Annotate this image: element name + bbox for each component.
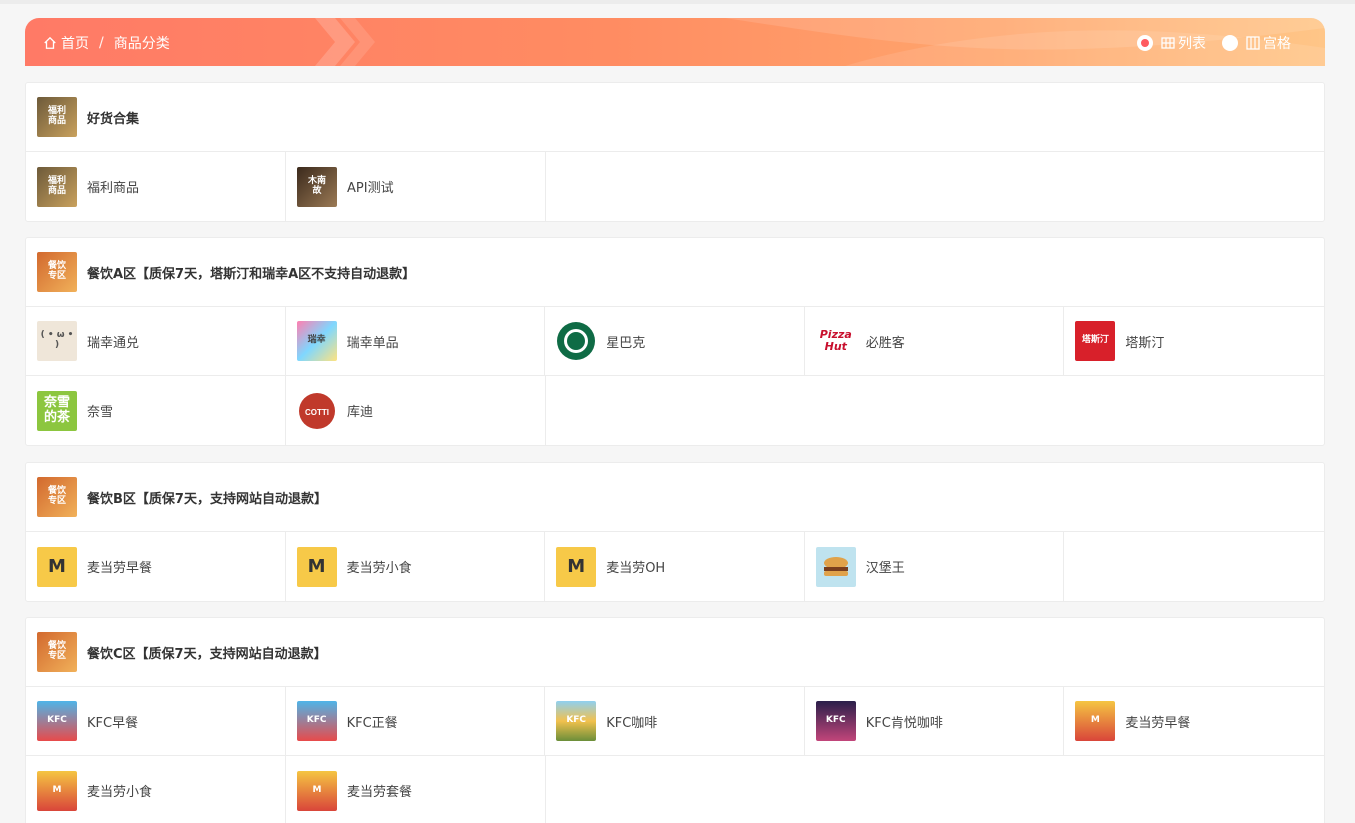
category-title: 好货合集 [87,111,140,127]
item-label: KFC肯悦咖啡 [865,715,943,731]
category-item[interactable]: M 麦当劳OH [545,532,805,601]
luckin-single-thumb: 瑞幸 [296,321,337,361]
category-card-catering-b: 餐饮 专区 餐饮B区【质保7天，支持网站自动退款】 M 麦当劳早餐 M 麦当劳小食… [25,462,1325,602]
item-label: 麦当劳小食 [346,561,412,576]
category-header[interactable]: 福利 商品 好货合集 [26,83,1324,152]
category-item[interactable]: M 麦当劳小食 [286,532,546,601]
mcd-poster-thumb: M [37,770,77,811]
category-item[interactable]: 瑞幸 瑞幸单品 [285,307,546,376]
kfc-coffee-thumb: KFC [556,701,597,741]
item-label: 瑞幸单品 [346,335,399,351]
mcdonalds-thumb: M [37,546,77,587]
svg-text:COTTI: COTTI [305,408,329,417]
pizzahut-logo: Pizza Hut [815,321,856,361]
category-item[interactable]: 木南故 API测试 [286,152,546,221]
cotti-logo: COTTI [297,390,337,431]
home-icon [44,36,56,49]
item-label: 必胜客 [865,335,905,351]
item-label: KFC早餐 [87,715,139,731]
category-item[interactable]: 福利 商品 福利商品 [26,152,286,221]
category-item[interactable]: 塔斯汀 塔斯汀 [1064,307,1324,376]
category-header[interactable]: 餐饮 专区 餐饮C区【质保7天，支持网站自动退款】 [26,618,1324,687]
empty-cell [1064,532,1324,601]
kfc-thumb: KFC [296,701,337,741]
item-label: 麦当劳早餐 [1125,715,1191,731]
item-label: 麦当劳套餐 [347,785,413,800]
category-item[interactable]: KFC KFC早餐 [26,687,286,756]
view-option-grid[interactable]: 宫格 [1222,33,1291,53]
grid-icon [1246,36,1260,50]
item-label: KFC正餐 [346,715,398,731]
category-item[interactable]: 汉堡王 [805,532,1065,601]
category-item[interactable]: 星巴克 [545,307,805,376]
category-item[interactable]: KFC KFC正餐 [285,687,546,756]
welfare-thumb: 福利 商品 [37,166,77,207]
mcdonalds-thumb: M [556,546,597,587]
item-label: 麦当劳OH [606,561,666,576]
breadcrumb: 首页 / 商品分类 [43,33,170,53]
category-item[interactable]: ( • ω • ) 瑞幸通兑 [26,307,286,376]
kfc-thumb: KFC [37,701,77,741]
category-item[interactable]: Pizza Hut 必胜客 [804,307,1065,376]
burgerking-thumb [815,546,856,587]
catering-thumb: 餐饮 专区 [37,477,77,517]
view-option-list[interactable]: 列表 [1137,33,1206,53]
category-header[interactable]: 餐饮 专区 餐饮A区【质保7天，塔斯汀和瑞幸A区不支持自动退款】 [26,238,1324,307]
catering-thumb: 餐饮 专区 [37,252,77,292]
item-label: 瑞幸通兑 [87,335,140,351]
category-item[interactable]: M 麦当劳小食 [26,756,286,823]
breadcrumb-separator: / [99,35,104,51]
starbucks-logo [556,321,597,361]
category-item[interactable]: M 麦当劳套餐 [286,756,546,823]
item-label: 汉堡王 [865,561,905,576]
list-icon [1161,37,1175,49]
breadcrumb-current: 商品分类 [113,36,170,52]
nayuki-logo: 奈雪 的茶 [37,390,77,431]
item-label: 库迪 [347,405,374,420]
view-toggle: 列表 宫格 [1121,33,1291,53]
grid-label: 宫格 [1263,36,1291,52]
category-item[interactable]: M 麦当劳早餐 [26,532,286,601]
list-label: 列表 [1178,36,1206,52]
breadcrumb-home-link[interactable]: 首页 [61,33,89,53]
top-divider [0,0,1355,4]
category-title: 餐饮B区【质保7天，支持网站自动退款】 [87,491,327,507]
item-label: KFC咖啡 [606,715,658,731]
catering-thumb: 餐饮 专区 [37,632,77,672]
category-item[interactable]: M 麦当劳早餐 [1064,687,1324,756]
header-banner: 首页 / 商品分类 列表 宫格 [25,18,1325,66]
tastien-logo: 塔斯汀 [1075,321,1116,361]
category-header[interactable]: 餐饮 专区 餐饮B区【质保7天，支持网站自动退款】 [26,463,1324,532]
list-radio[interactable] [1137,35,1153,51]
category-item[interactable]: KFC KFC咖啡 [545,687,805,756]
category-item[interactable]: 奈雪 的茶 奈雪 [26,376,286,445]
item-label: 麦当劳小食 [87,785,153,800]
item-label: 麦当劳早餐 [87,561,153,576]
category-card-catering-a: 餐饮 专区 餐饮A区【质保7天，塔斯汀和瑞幸A区不支持自动退款】 ( • ω • … [25,237,1325,446]
category-item[interactable]: COTTI 库迪 [286,376,546,445]
kfc-kenyue-thumb: KFC [815,701,856,741]
api-test-thumb: 木南故 [297,166,337,207]
category-title: 餐饮C区【质保7天，支持网站自动退款】 [87,646,327,662]
grid-radio[interactable] [1222,35,1238,51]
category-card-goods: 福利 商品 好货合集 福利 商品 福利商品 木南故 API测试 [25,82,1325,222]
item-label: 福利商品 [87,181,140,196]
category-card-catering-c: 餐饮 专区 餐饮C区【质保7天，支持网站自动退款】 KFC KFC早餐 KFC K… [25,617,1325,823]
mcdonalds-thumb: M [296,546,337,587]
welfare-thumb: 福利 商品 [37,97,77,137]
luckin-thumb: ( • ω • ) [37,321,77,361]
item-label: 塔斯汀 [1125,335,1165,351]
mcd-poster-thumb: M [297,770,337,811]
mcd-poster-thumb: M [1075,701,1116,741]
item-label: API测试 [347,181,394,196]
item-label: 奈雪 [87,405,114,420]
category-title: 餐饮A区【质保7天，塔斯汀和瑞幸A区不支持自动退款】 [87,266,416,282]
item-label: 星巴克 [606,335,646,351]
category-item[interactable]: KFC KFC肯悦咖啡 [804,687,1065,756]
